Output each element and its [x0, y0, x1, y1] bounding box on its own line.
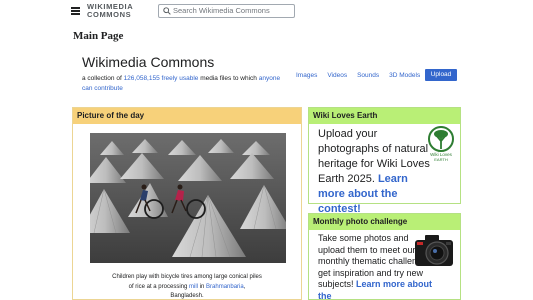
search-input[interactable]: Search Wikimedia Commons [158, 3, 295, 18]
svg-text:EARTH: EARTH [434, 157, 448, 162]
search-icon [163, 7, 171, 15]
anyone-link[interactable]: anyone [259, 75, 280, 82]
page-title: Main Page [73, 30, 124, 42]
monthly-photo-challenge-box: Monthly photo challenge Take some photos… [308, 213, 461, 300]
main-menu-button[interactable] [71, 6, 80, 15]
media-type-nav: Images Videos Sounds 3D Models [296, 69, 430, 81]
3d-models-link[interactable]: 3D Models [389, 72, 420, 79]
logo-line-2: COMMONS [87, 9, 132, 19]
wle-heading: Wiki Loves Earth [309, 108, 460, 124]
hamburger-menu-icon [71, 7, 80, 9]
site-logo[interactable]: WIKIMEDIA COMMONS [87, 3, 133, 18]
wiki-loves-earth-box: Wiki Loves Earth Upload your photographs… [308, 107, 461, 215]
file-count-link[interactable]: 126,058,155 [124, 75, 160, 82]
search-placeholder: Search Wikimedia Commons [173, 6, 270, 15]
mpc-heading: Monthly photo challenge [309, 214, 460, 230]
mill-link[interactable]: mill [189, 284, 198, 290]
wiki-loves-earth-logo: Wiki Loves EARTH [428, 126, 454, 162]
potd-caption: Children play with bicycle tires among l… [112, 274, 262, 299]
camera-icon [415, 235, 453, 266]
videos-link[interactable]: Videos [327, 72, 347, 79]
freely-usable-link[interactable]: freely usable [162, 75, 199, 82]
potd-heading: Picture of the day [73, 108, 301, 124]
brahmanbaria-link[interactable]: Brahmanbaria [206, 284, 244, 290]
sounds-link[interactable]: Sounds [357, 72, 379, 79]
picture-of-the-day-image[interactable] [90, 133, 286, 263]
site-tagline: a collection of 126,058,155 freely usabl… [82, 75, 281, 92]
upload-button[interactable]: Upload [425, 69, 457, 81]
can-contribute-link[interactable]: can contribute [82, 85, 123, 92]
site-header: WIKIMEDIA COMMONS Search Wikimedia Commo… [0, 0, 533, 21]
images-link[interactable]: Images [296, 72, 317, 79]
site-name-heading: Wikimedia Commons [82, 54, 215, 70]
picture-of-the-day-box: Picture of the day Children play with bi… [72, 107, 302, 300]
title-divider [73, 44, 461, 45]
wle-description: Upload your photographs of natural herit… [318, 128, 430, 215]
